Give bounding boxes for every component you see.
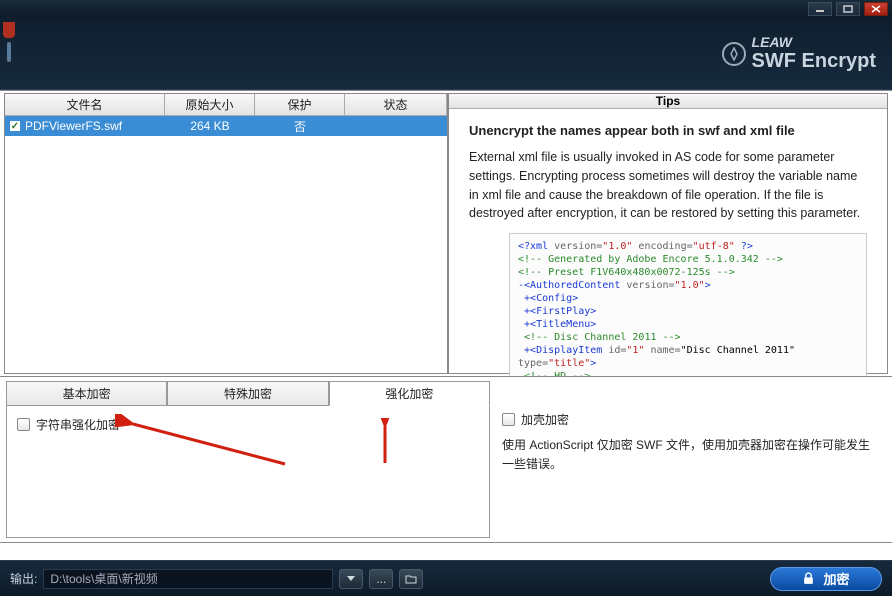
left-tool-strip <box>0 18 18 90</box>
file-size: 264 KB <box>165 119 255 133</box>
brand-line2: SWF Encrypt <box>752 50 876 73</box>
file-row-checkbox[interactable]: ✓ <box>9 120 21 132</box>
tab-content: 字符串强化加密 <box>6 405 490 538</box>
tips-title: Tips <box>449 94 887 109</box>
output-path-input[interactable]: D:\tools\桌面\新视频 <box>43 569 333 589</box>
tab-strengthen[interactable]: 强化加密 <box>329 381 490 406</box>
browse-button[interactable]: ... <box>369 569 393 589</box>
output-label: 输出: <box>10 570 37 587</box>
spacer-white <box>0 542 892 560</box>
encrypt-label: 加密 <box>823 569 849 588</box>
brand-line1: LEAW <box>752 34 876 50</box>
brand-icon <box>722 42 746 66</box>
tab-special[interactable]: 特殊加密 <box>167 381 328 405</box>
encrypt-button[interactable]: 加密 <box>770 567 882 591</box>
shell-encrypt-option[interactable]: 加壳加密 <box>502 411 876 428</box>
tabs-panel: 基本加密 特殊加密 强化加密 字符串强化加密 <box>6 381 490 538</box>
col-header-size[interactable]: 原始大小 <box>165 94 255 115</box>
tool-blue-icon[interactable] <box>7 42 11 62</box>
file-list-panel: 文件名 原始大小 保护 状态 ✓ PDFViewerFS.swf 264 KB … <box>4 93 448 374</box>
lock-icon <box>802 572 815 585</box>
bottom-bar: 输出: D:\tools\桌面\新视频 ... 加密 <box>0 560 892 596</box>
main-row: 文件名 原始大小 保护 状态 ✓ PDFViewerFS.swf 264 KB … <box>0 90 892 376</box>
options-row: 基本加密 特殊加密 强化加密 字符串强化加密 加壳加密 使用 ActionScr… <box>0 376 892 542</box>
file-list-header: 文件名 原始大小 保护 状态 <box>5 94 447 116</box>
output-path-dropdown[interactable] <box>339 569 363 589</box>
minimize-button[interactable] <box>808 2 832 16</box>
col-header-name[interactable]: 文件名 <box>5 94 165 115</box>
string-encrypt-checkbox[interactable] <box>17 418 30 431</box>
shell-encrypt-desc: 使用 ActionScript 仅加密 SWF 文件，使用加壳器加密在操作可能发… <box>502 436 876 474</box>
right-option-panel: 加壳加密 使用 ActionScript 仅加密 SWF 文件，使用加壳器加密在… <box>496 377 892 542</box>
titlebar <box>0 0 892 18</box>
string-encrypt-label: 字符串强化加密 <box>36 416 120 433</box>
tips-heading: Unencrypt the names appear both in swf a… <box>469 123 867 138</box>
brand: LEAW SWF Encrypt <box>722 34 876 73</box>
open-folder-button[interactable] <box>399 569 423 589</box>
tool-red-icon[interactable] <box>3 22 15 38</box>
tips-text: External xml file is usually invoked in … <box>469 148 867 223</box>
col-header-stat[interactable]: 状态 <box>345 94 447 115</box>
tabs-bar: 基本加密 特殊加密 强化加密 <box>6 381 490 405</box>
file-name: PDFViewerFS.swf <box>25 119 122 133</box>
maximize-button[interactable] <box>836 2 860 16</box>
col-header-prot[interactable]: 保护 <box>255 94 345 115</box>
header: LEAW SWF Encrypt <box>0 18 892 90</box>
tips-panel: Tips Unencrypt the names appear both in … <box>448 93 888 374</box>
close-button[interactable] <box>864 2 888 16</box>
tab-basic[interactable]: 基本加密 <box>6 381 167 405</box>
shell-encrypt-checkbox[interactable] <box>502 413 515 426</box>
shell-encrypt-label: 加壳加密 <box>521 411 569 428</box>
string-encrypt-option[interactable]: 字符串强化加密 <box>17 416 479 433</box>
file-prot: 否 <box>255 118 345 135</box>
file-row[interactable]: ✓ PDFViewerFS.swf 264 KB 否 <box>5 116 447 136</box>
